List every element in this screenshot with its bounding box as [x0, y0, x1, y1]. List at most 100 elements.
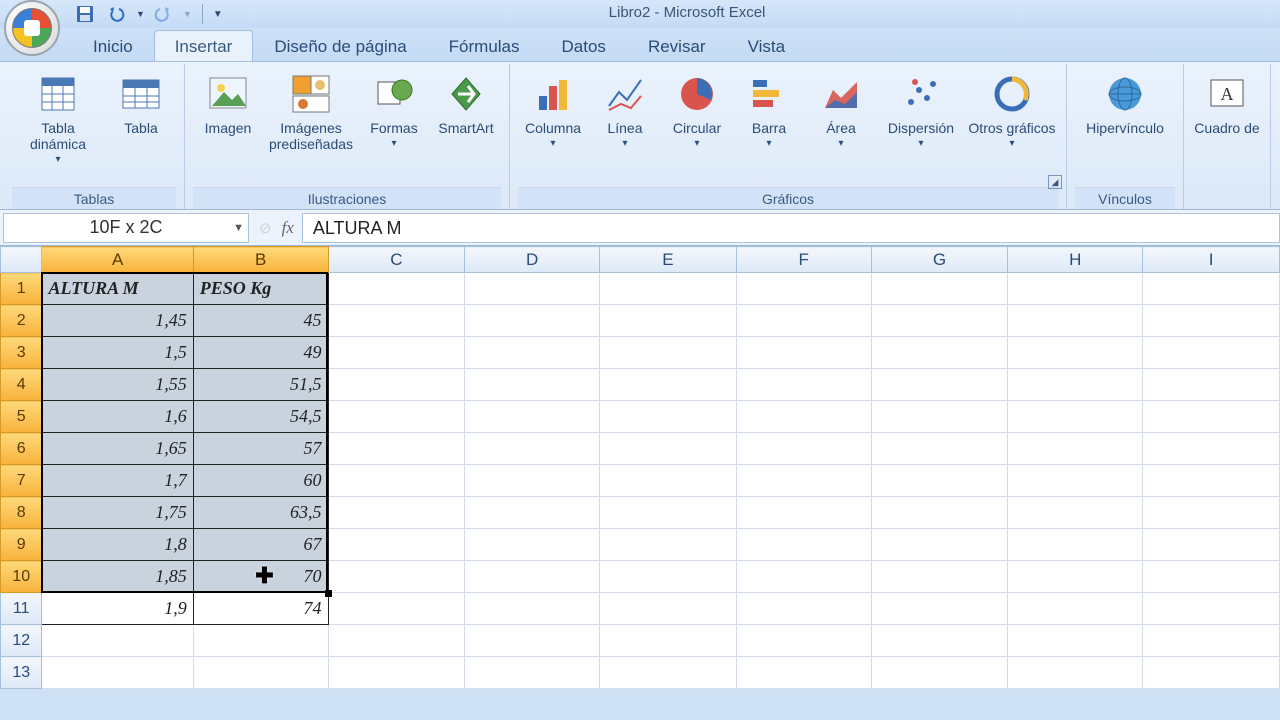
column-header-F[interactable]: F: [736, 247, 871, 273]
cell-C8[interactable]: [328, 497, 465, 529]
cell-F13[interactable]: [736, 657, 871, 689]
column-header-G[interactable]: G: [871, 247, 1008, 273]
cell-I10[interactable]: [1143, 561, 1280, 593]
cell-E13[interactable]: [600, 657, 737, 689]
cell-G7[interactable]: [871, 465, 1008, 497]
pivot-table-button[interactable]: Tabla dinámica: [12, 68, 104, 169]
cell-D4[interactable]: [465, 369, 600, 401]
ribbon-tab-vista[interactable]: Vista: [727, 30, 807, 61]
cell-G9[interactable]: [871, 529, 1008, 561]
cell-C9[interactable]: [328, 529, 465, 561]
cell-D11[interactable]: [465, 593, 600, 625]
cell-A12[interactable]: [42, 625, 193, 657]
cell-A2[interactable]: 1,45: [42, 305, 193, 337]
cell-D12[interactable]: [465, 625, 600, 657]
cell-H8[interactable]: [1008, 497, 1143, 529]
shapes-button[interactable]: Formas: [359, 68, 429, 153]
cell-G12[interactable]: [871, 625, 1008, 657]
clipart-button[interactable]: Imágenes prediseñadas: [265, 68, 357, 156]
cell-D13[interactable]: [465, 657, 600, 689]
cell-F10[interactable]: [736, 561, 871, 593]
cell-H13[interactable]: [1008, 657, 1143, 689]
row-header-7[interactable]: 7: [1, 465, 42, 497]
ribbon-tab-revisar[interactable]: Revisar: [627, 30, 727, 61]
cell-H2[interactable]: [1008, 305, 1143, 337]
cell-G13[interactable]: [871, 657, 1008, 689]
cell-F4[interactable]: [736, 369, 871, 401]
cell-D3[interactable]: [465, 337, 600, 369]
cell-B11[interactable]: 74: [193, 593, 328, 625]
cell-F7[interactable]: [736, 465, 871, 497]
cell-H7[interactable]: [1008, 465, 1143, 497]
cell-G6[interactable]: [871, 433, 1008, 465]
column-header-A[interactable]: A: [42, 247, 193, 273]
row-header-13[interactable]: 13: [1, 657, 42, 689]
column-header-H[interactable]: H: [1008, 247, 1143, 273]
row-header-12[interactable]: 12: [1, 625, 42, 657]
cell-C6[interactable]: [328, 433, 465, 465]
cell-C7[interactable]: [328, 465, 465, 497]
cell-A11[interactable]: 1,9: [42, 593, 193, 625]
row-header-3[interactable]: 3: [1, 337, 42, 369]
row-header-10[interactable]: 10: [1, 561, 42, 593]
cell-C4[interactable]: [328, 369, 465, 401]
cell-D9[interactable]: [465, 529, 600, 561]
cell-D8[interactable]: [465, 497, 600, 529]
cell-G1[interactable]: [871, 273, 1008, 305]
cell-B7[interactable]: 60: [193, 465, 328, 497]
ribbon-tab-fórmulas[interactable]: Fórmulas: [428, 30, 541, 61]
scatter-button[interactable]: Dispersión: [878, 68, 964, 153]
cell-C10[interactable]: [328, 561, 465, 593]
cell-C2[interactable]: [328, 305, 465, 337]
table-button[interactable]: Tabla: [106, 68, 176, 140]
cell-A13[interactable]: [42, 657, 193, 689]
cell-H4[interactable]: [1008, 369, 1143, 401]
cancel-formula-icon[interactable]: ⊘: [259, 219, 272, 237]
cell-H10[interactable]: [1008, 561, 1143, 593]
cell-A5[interactable]: 1,6: [42, 401, 193, 433]
cell-A10[interactable]: 1,85: [42, 561, 193, 593]
cell-A9[interactable]: 1,8: [42, 529, 193, 561]
cell-I7[interactable]: [1143, 465, 1280, 497]
textbox-button[interactable]: ACuadro de: [1192, 68, 1262, 140]
name-box[interactable]: 10F x 2C ▼: [3, 213, 249, 243]
cell-C11[interactable]: [328, 593, 465, 625]
cell-I4[interactable]: [1143, 369, 1280, 401]
cell-G2[interactable]: [871, 305, 1008, 337]
cell-F11[interactable]: [736, 593, 871, 625]
redo-button[interactable]: [151, 3, 177, 25]
dialog-launcher[interactable]: ◢: [1048, 175, 1062, 189]
area-button[interactable]: Área: [806, 68, 876, 153]
cell-F8[interactable]: [736, 497, 871, 529]
cell-A1[interactable]: ALTURA M: [42, 273, 193, 305]
column-header-I[interactable]: I: [1143, 247, 1280, 273]
cell-C1[interactable]: [328, 273, 465, 305]
row-header-5[interactable]: 5: [1, 401, 42, 433]
cell-I1[interactable]: [1143, 273, 1280, 305]
cell-E1[interactable]: [600, 273, 737, 305]
column-header-B[interactable]: B: [193, 247, 328, 273]
cell-E2[interactable]: [600, 305, 737, 337]
cell-E4[interactable]: [600, 369, 737, 401]
cell-E10[interactable]: [600, 561, 737, 593]
row-header-11[interactable]: 11: [1, 593, 42, 625]
cell-F12[interactable]: [736, 625, 871, 657]
cell-B13[interactable]: [193, 657, 328, 689]
undo-button[interactable]: [104, 3, 130, 25]
cell-I8[interactable]: [1143, 497, 1280, 529]
cell-H6[interactable]: [1008, 433, 1143, 465]
cell-B9[interactable]: 67: [193, 529, 328, 561]
cell-I12[interactable]: [1143, 625, 1280, 657]
cell-I6[interactable]: [1143, 433, 1280, 465]
cell-F9[interactable]: [736, 529, 871, 561]
cell-D7[interactable]: [465, 465, 600, 497]
cell-E8[interactable]: [600, 497, 737, 529]
cell-I11[interactable]: [1143, 593, 1280, 625]
image-button[interactable]: Imagen: [193, 68, 263, 140]
cell-E12[interactable]: [600, 625, 737, 657]
pie-button[interactable]: Circular: [662, 68, 732, 153]
cell-G4[interactable]: [871, 369, 1008, 401]
cell-D6[interactable]: [465, 433, 600, 465]
cell-C5[interactable]: [328, 401, 465, 433]
cell-B2[interactable]: 45: [193, 305, 328, 337]
